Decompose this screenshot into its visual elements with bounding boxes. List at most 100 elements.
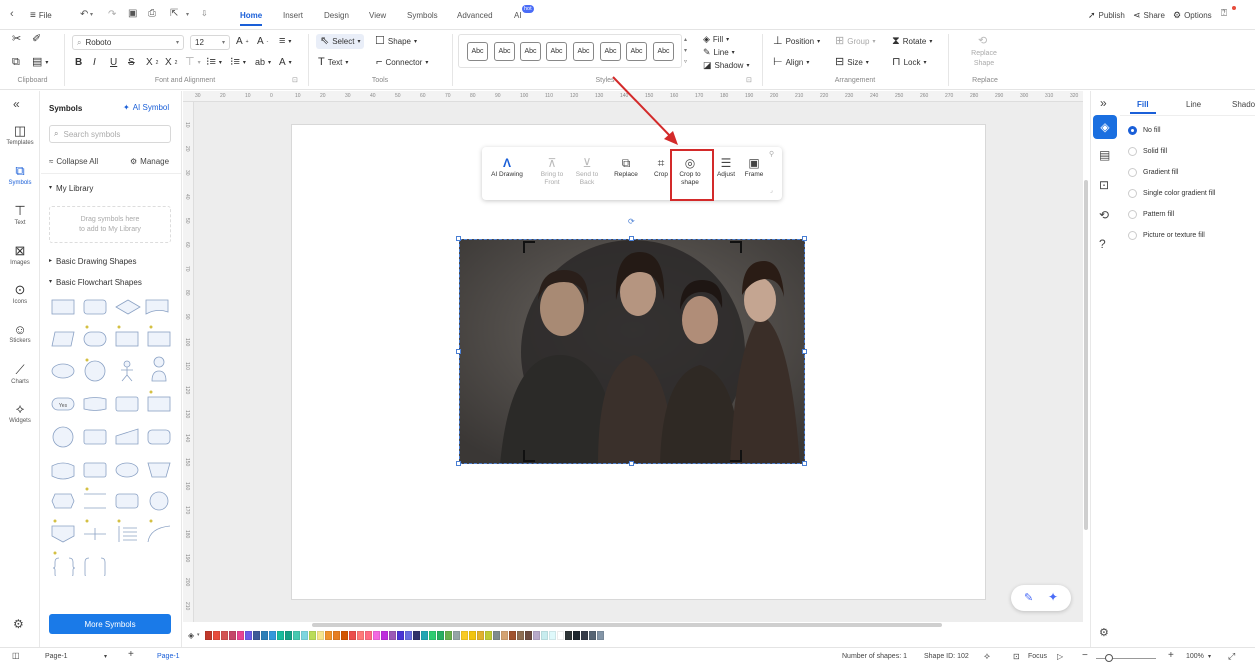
rail-widgets[interactable]: ⟡ Widgets	[0, 401, 40, 424]
tab-home[interactable]: Home	[240, 11, 263, 26]
color-swatch[interactable]	[413, 631, 420, 640]
redo-icon[interactable]: ↷	[108, 9, 116, 20]
internal-storage-shape[interactable]	[147, 331, 171, 347]
color-swatch[interactable]	[429, 631, 436, 640]
color-swatch[interactable]	[373, 631, 380, 640]
ellipse-shape[interactable]	[51, 363, 75, 379]
replace-shape-label[interactable]: Replace Shape	[962, 49, 1006, 69]
tab-symbols[interactable]: Symbols	[407, 11, 438, 20]
resize-handle[interactable]	[456, 349, 461, 354]
resize-handle[interactable]	[629, 236, 634, 241]
align-button[interactable]: ⊢ Align ▾	[773, 57, 809, 68]
focus-icon[interactable]: ⊡	[1013, 652, 1020, 661]
annotation-shape[interactable]	[118, 526, 137, 542]
shape-tool-button[interactable]: ☐ Shape ▾	[375, 36, 417, 47]
page-icon[interactable]: ▤	[1099, 148, 1110, 162]
style-preset[interactable]: Abc	[573, 42, 594, 61]
color-swatch[interactable]	[221, 631, 228, 640]
layers-icon[interactable]: ⟡	[984, 651, 990, 662]
back-icon[interactable]: ‹	[10, 8, 14, 20]
color-swatch[interactable]	[389, 631, 396, 640]
color-swatch[interactable]	[229, 631, 236, 640]
crop-corner[interactable]	[730, 241, 742, 253]
text-color-icon[interactable]: ab ▾	[255, 57, 271, 67]
fill-option-picture[interactable]: Picture or texture fill	[1128, 231, 1205, 240]
fill-color-icon[interactable]: ◈	[188, 631, 194, 640]
focus-label[interactable]: Focus	[1028, 653, 1047, 660]
crop-corner[interactable]	[730, 450, 742, 462]
more-symbols-button[interactable]: More Symbols	[49, 614, 171, 634]
circle-shape[interactable]	[84, 360, 106, 382]
adjust-button[interactable]: ☰ Adjust	[712, 155, 740, 179]
size-button[interactable]: ⊟ Size ▾	[835, 57, 869, 68]
color-swatch[interactable]	[517, 631, 524, 640]
tab-advanced[interactable]: Advanced	[457, 11, 493, 20]
predefined-process-shape[interactable]	[115, 331, 139, 347]
undo-dropdown-icon[interactable]: ▾	[90, 11, 93, 18]
style-preset[interactable]: Abc	[520, 42, 541, 61]
fill-option-gradient[interactable]: Gradient fill	[1128, 168, 1178, 177]
bring-to-front-button[interactable]: ⊼ Bring to Front	[535, 155, 569, 187]
color-swatch[interactable]	[397, 631, 404, 640]
share-button[interactable]: ⋖ Share	[1133, 0, 1165, 30]
color-swatch[interactable]	[405, 631, 412, 640]
style-preset[interactable]: Abc	[546, 42, 567, 61]
document-shape[interactable]	[145, 299, 169, 315]
save-icon[interactable]: ▣	[128, 8, 137, 19]
italic-icon[interactable]: I	[93, 57, 96, 68]
present-icon[interactable]: ⊡	[1099, 178, 1109, 192]
style-preset[interactable]: Abc	[600, 42, 621, 61]
color-swatch[interactable]	[293, 631, 300, 640]
resize-handle[interactable]	[802, 349, 807, 354]
font-color-icon[interactable]: A ▾	[279, 57, 292, 68]
font-size-select[interactable]: 12 ▾	[190, 35, 230, 50]
crop-corner[interactable]	[523, 241, 535, 253]
underline-icon[interactable]: U	[110, 57, 117, 68]
magic-icon[interactable]: ✎	[1024, 591, 1033, 604]
offpage-shape[interactable]	[51, 525, 75, 543]
basic-flowchart-section[interactable]: ▾ Basic Flowchart Shapes	[49, 278, 142, 287]
decrease-font-icon[interactable]: A-	[257, 36, 268, 47]
bracket-shape[interactable]	[84, 557, 106, 576]
tab-ai[interactable]: AI	[514, 11, 522, 20]
expand-panel-icon[interactable]: »	[1100, 96, 1107, 110]
rail-symbols[interactable]: ⧉ Symbols	[0, 163, 40, 186]
play-icon[interactable]: ▷	[1057, 652, 1063, 661]
line-shape[interactable]	[84, 528, 106, 540]
color-swatch[interactable]	[469, 631, 476, 640]
color-swatch[interactable]	[509, 631, 516, 640]
rail-text[interactable]: ⊤ Text	[0, 203, 40, 226]
color-swatch[interactable]	[245, 631, 252, 640]
manual-operation-shape[interactable]	[147, 462, 171, 478]
help-icon[interactable]: ⍰	[1221, 8, 1227, 19]
color-swatch[interactable]	[597, 631, 604, 640]
fill-button[interactable]: ◈ Fill ▾	[703, 34, 729, 45]
color-swatch[interactable]	[581, 631, 588, 640]
manage-button[interactable]: ⚙ Manage	[130, 157, 169, 166]
bold-icon[interactable]: B	[75, 57, 82, 68]
resize-handle[interactable]	[629, 461, 634, 466]
resize-handle[interactable]	[802, 461, 807, 466]
options-button[interactable]: ⚙ Options	[1173, 0, 1212, 30]
color-swatch[interactable]	[453, 631, 460, 640]
user-shape[interactable]	[151, 356, 167, 382]
display-shape[interactable]	[83, 429, 107, 445]
chevron-down-icon[interactable]: ▾	[104, 653, 107, 660]
color-swatch[interactable]	[253, 631, 260, 640]
tab-shadow[interactable]: Shadow	[1232, 100, 1255, 109]
color-swatch[interactable]	[213, 631, 220, 640]
my-library-section[interactable]: ▾ My Library	[49, 184, 93, 193]
rail-templates[interactable]: ◫ Templates	[0, 123, 40, 146]
scroll-down-icon[interactable]: ▾	[684, 47, 687, 54]
zoom-slider-handle[interactable]	[1105, 654, 1113, 662]
or-shape[interactable]	[149, 491, 169, 511]
arc-shape[interactable]	[147, 525, 171, 543]
tape-shape[interactable]	[51, 462, 75, 480]
superscript-icon[interactable]: X2	[146, 57, 158, 68]
vertical-scrollbar[interactable]	[1084, 180, 1088, 530]
select-tool-button[interactable]: ⇖ Select ▾	[316, 34, 365, 49]
oval-shape[interactable]	[115, 462, 139, 478]
color-swatch[interactable]	[445, 631, 452, 640]
zoom-in-icon[interactable]: +	[1168, 650, 1174, 661]
frame-button[interactable]: ▣ Frame	[740, 155, 768, 179]
